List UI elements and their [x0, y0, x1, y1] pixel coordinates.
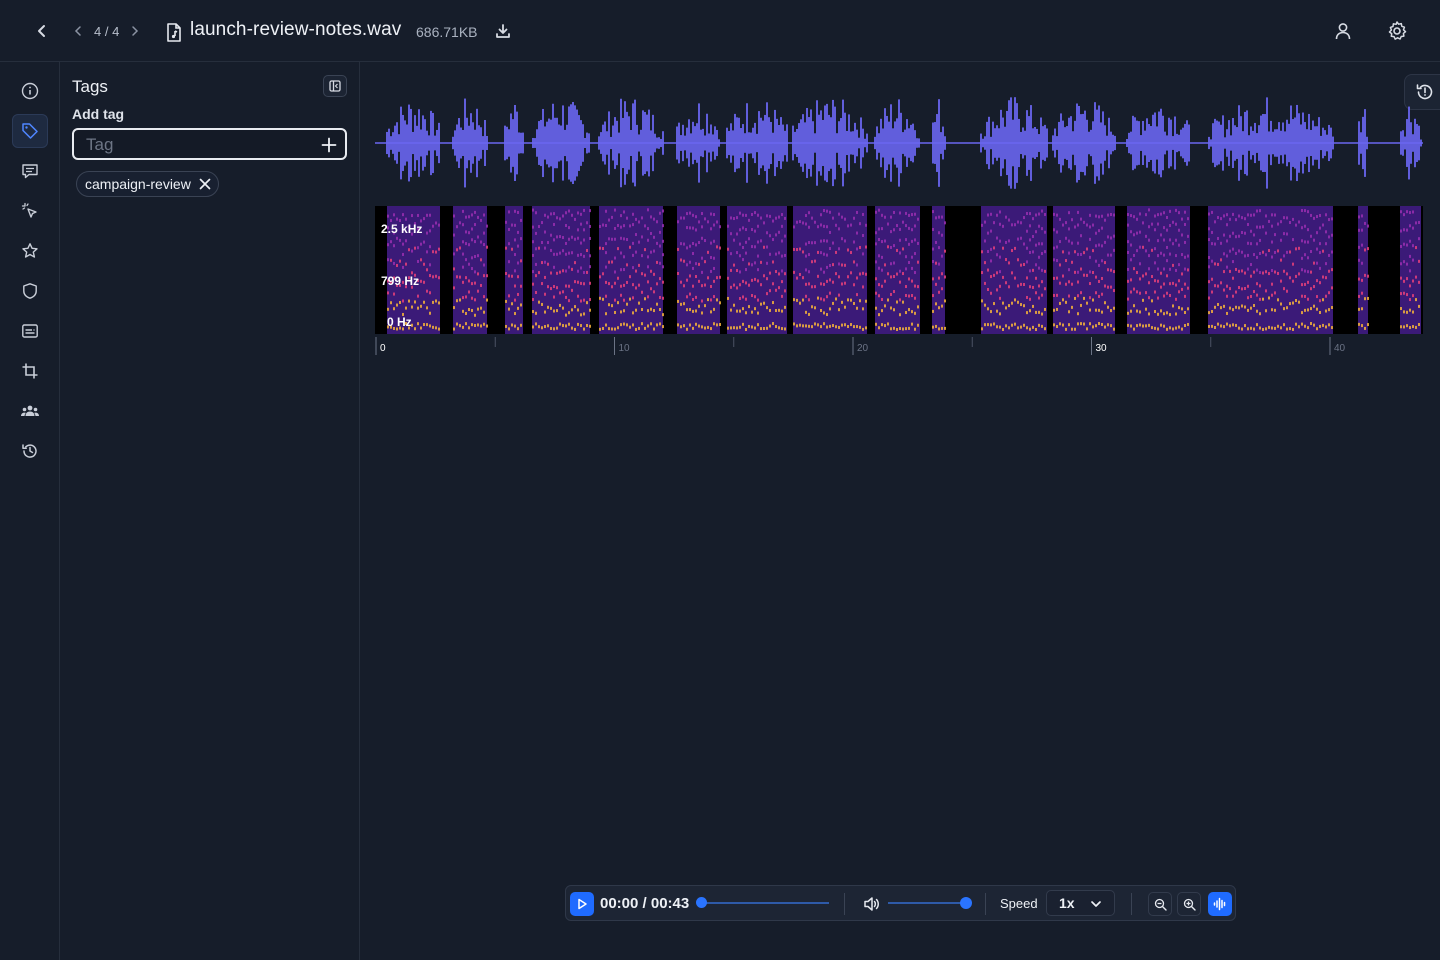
star-icon[interactable]	[12, 234, 48, 268]
collapse-panel-icon[interactable]	[323, 75, 347, 97]
download-icon[interactable]	[493, 21, 513, 41]
next-file-icon[interactable]	[127, 23, 143, 39]
frequency-label: 0 Hz	[387, 315, 412, 329]
crop-icon[interactable]	[12, 354, 48, 388]
panel-title: Tags	[72, 77, 108, 96]
left-rail	[0, 62, 60, 960]
gear-icon[interactable]	[1385, 19, 1409, 43]
timeline-label: 0	[380, 343, 386, 354]
volume-slider[interactable]	[888, 902, 968, 904]
tag-chip-label: campaign-review	[85, 176, 191, 192]
main-area: 2.5 kHz 799 Hz 0 Hz 0 10 20 30 40	[360, 62, 1440, 960]
volume-handle[interactable]	[960, 897, 972, 909]
top-bar: 4 / 4 launch-review-notes.wav 686.71KB	[0, 0, 1440, 62]
comment-icon[interactable]	[12, 154, 48, 188]
tag-icon[interactable]	[12, 114, 48, 148]
timeline-label: 40	[1334, 343, 1346, 354]
speed-select[interactable]: 1x	[1046, 890, 1115, 916]
pager-count: 4 / 4	[94, 23, 120, 39]
divider	[985, 893, 986, 915]
seek-bar[interactable]	[701, 902, 829, 904]
zoom-in-icon[interactable]	[1177, 892, 1201, 916]
audio-file-icon	[164, 21, 184, 43]
timeline-label: 20	[857, 343, 869, 354]
add-tag-label: Add tag	[72, 106, 125, 122]
caption-icon[interactable]	[12, 314, 48, 348]
tag-input-container	[72, 128, 347, 160]
remove-tag-icon[interactable]	[198, 177, 212, 191]
speed-value: 1x	[1059, 895, 1075, 911]
zoom-out-icon[interactable]	[1148, 892, 1172, 916]
timeline-axis[interactable]: 0 10 20 30 40	[375, 337, 1346, 355]
pager: 4 / 4	[70, 19, 143, 43]
history-icon[interactable]	[12, 434, 48, 468]
spectrogram	[375, 206, 1423, 334]
tag-input[interactable]	[86, 135, 316, 155]
waveform[interactable]	[375, 97, 1423, 189]
tags-panel: Tags Add tag campaign-review	[60, 62, 360, 960]
sparkle-cursor-icon[interactable]	[12, 194, 48, 228]
play-icon[interactable]	[570, 892, 594, 916]
audio-player: 00:00 / 00:43 Speed 1x	[565, 885, 1236, 921]
speed-label: Speed	[1000, 896, 1038, 911]
shield-icon[interactable]	[12, 274, 48, 308]
divider	[844, 893, 845, 915]
chevron-down-icon	[1088, 896, 1104, 912]
file-size: 686.71KB	[416, 24, 478, 40]
volume-icon[interactable]	[862, 894, 882, 914]
previous-file-icon[interactable]	[70, 23, 86, 39]
frequency-label: 2.5 kHz	[381, 222, 422, 236]
info-icon[interactable]	[12, 74, 48, 108]
divider	[1131, 893, 1132, 915]
frequency-label: 799 Hz	[381, 274, 419, 288]
playback-time: 00:00 / 00:43	[600, 895, 690, 912]
timeline-label: 10	[619, 343, 631, 354]
back-icon[interactable]	[30, 19, 54, 43]
audio-visualizer[interactable]: 2.5 kHz 799 Hz 0 Hz 0 10 20 30 40	[375, 85, 1425, 385]
timeline-label: 30	[1096, 343, 1108, 354]
tag-chip: campaign-review	[76, 171, 219, 197]
add-tag-icon[interactable]	[319, 135, 339, 155]
file-name: launch-review-notes.wav	[190, 19, 402, 40]
user-icon[interactable]	[1331, 19, 1355, 43]
team-icon[interactable]	[12, 394, 48, 428]
seek-handle[interactable]	[696, 897, 707, 908]
waveform-icon[interactable]	[1208, 892, 1232, 916]
